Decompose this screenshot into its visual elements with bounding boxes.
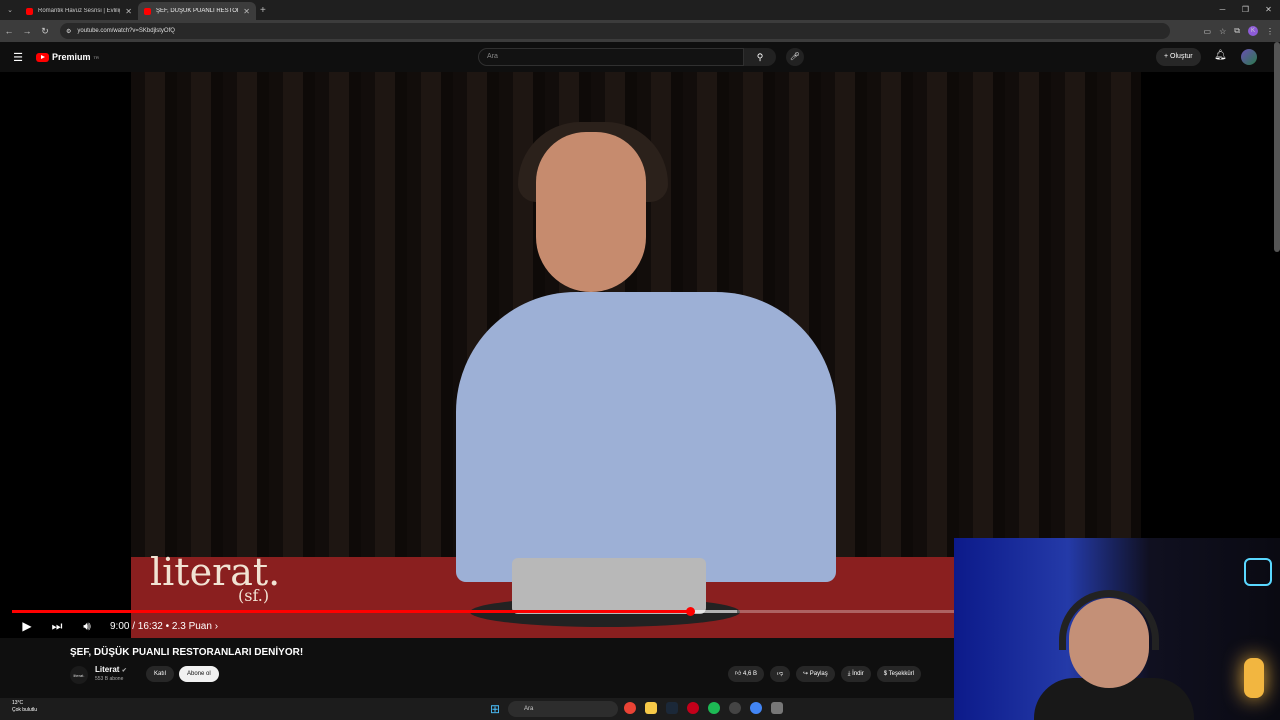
thumbs-down-icon: 👎︎	[776, 671, 784, 677]
close-tab-icon[interactable]: ✕	[125, 7, 132, 16]
chrome-icon[interactable]	[624, 702, 636, 714]
join-button[interactable]: Katıl	[146, 666, 175, 682]
taskbar-search[interactable]: Ara	[508, 701, 618, 717]
thumbs-up-icon: 👍︎	[735, 671, 743, 677]
bookmark-star-icon[interactable]: ☆	[1219, 27, 1226, 36]
search-icon[interactable]: ⚲	[744, 48, 776, 66]
channel-name-text: Literat	[95, 665, 120, 674]
settings-icon[interactable]	[771, 702, 783, 714]
subscriber-count: 553 B abone	[95, 676, 124, 682]
headset-icon	[1059, 590, 1159, 650]
mic-icon[interactable]: 🎤︎	[786, 48, 804, 66]
video-watermark-sub: (sf.)	[238, 586, 270, 605]
close-tab-icon[interactable]: ✕	[243, 7, 250, 16]
browser-menu-icon[interactable]: ⋮	[1266, 27, 1274, 36]
dislike-button[interactable]: 👎︎	[769, 666, 791, 682]
page-scrollbar[interactable]	[1274, 42, 1280, 252]
browser-tab-2[interactable]: ŞEF, DÜŞÜK PUANLI RESTORAN... ✕	[138, 2, 256, 20]
time-text: 9:00 / 16:32	[110, 620, 163, 632]
thanks-button[interactable]: $ Teşekkürl	[876, 666, 922, 682]
tab-title: ŞEF, DÜŞÜK PUANLI RESTORAN...	[156, 8, 238, 14]
logo-text: Premium	[52, 52, 91, 62]
extensions-icon[interactable]: ⧉	[1234, 26, 1240, 36]
menu-icon[interactable]: ☰	[0, 51, 36, 64]
spotify-icon[interactable]	[708, 702, 720, 714]
browser-tab-1[interactable]: Romantik Havuz Sesnsi | Evliliğ... ✕	[20, 2, 138, 20]
webcam-overlay	[954, 538, 1280, 720]
video-title: ŞEF, DÜŞÜK PUANLI RESTORANLARI DENİYOR!	[70, 647, 304, 658]
site-info-icon[interactable]: ⚙	[66, 28, 71, 35]
avatar[interactable]	[1241, 49, 1257, 65]
cast-icon[interactable]: ▭	[1204, 27, 1212, 36]
logo-region: TR	[93, 54, 99, 60]
new-tab-button[interactable]: +	[260, 5, 266, 16]
tab-title: Romantik Havuz Sesnsi | Evliliğ...	[38, 8, 121, 14]
play-icon[interactable]: ▶	[20, 619, 34, 633]
browser-tabstrip: ⌄ Romantik Havuz Sesnsi | Evliliğ... ✕ Ş…	[0, 0, 1280, 20]
video-foil-tray	[512, 558, 706, 614]
download-button[interactable]: ⤓ İndir	[840, 666, 871, 682]
obs-icon[interactable]	[729, 702, 741, 714]
youtube-masthead: ☰ Premium TR Ara ⚲ 🎤︎ + Oluştur 🔔︎	[0, 42, 1280, 72]
neon-sign	[1244, 558, 1272, 586]
time-display: 9:00 / 16:32 • 2.3 Puan ›	[110, 621, 218, 632]
file-explorer-icon[interactable]	[645, 702, 657, 714]
share-label: Paylaş	[809, 671, 828, 677]
create-button[interactable]: + Oluştur	[1156, 48, 1201, 66]
volume-icon[interactable]: 🔊︎	[80, 619, 94, 634]
taskbar-apps	[624, 702, 783, 714]
minimize-icon[interactable]: ─	[1211, 0, 1234, 20]
windows-taskbar: 13°C Çok bulutlu ⊞ Ara	[0, 698, 954, 720]
search-input[interactable]: Ara	[478, 48, 744, 66]
tab-search-icon[interactable]: ⌄	[0, 0, 20, 20]
url-text: youtube.com/watch?v=SKbdjlstyOfQ	[77, 28, 175, 34]
share-icon: ↪	[803, 671, 810, 677]
youtube-favicon-icon	[144, 7, 151, 15]
youtube-logo[interactable]: Premium TR	[36, 52, 99, 62]
thanks-label: Teşekkürl	[888, 671, 915, 677]
chapter-label[interactable]: • 2.3 Puan ›	[166, 621, 218, 632]
reload-icon[interactable]: ↻	[36, 26, 54, 37]
back-icon[interactable]: ←	[0, 26, 18, 36]
temperature: 13°C	[12, 700, 24, 706]
next-icon[interactable]: ⏭︎	[50, 619, 64, 634]
browser-toolbar-icons: ▭ ☆ ⧉ K ⋮	[1204, 26, 1274, 36]
weather-text: Çok bulutlu	[12, 707, 38, 713]
lamp	[1244, 658, 1264, 698]
share-button[interactable]: ↪ Paylaş	[796, 666, 835, 682]
create-label: Oluştur	[1170, 53, 1193, 60]
weather-widget[interactable]: 13°C Çok bulutlu	[12, 700, 37, 714]
bell-icon[interactable]: 🔔︎	[1214, 50, 1227, 61]
youtube-favicon-icon	[26, 7, 33, 15]
like-button[interactable]: 👍︎ 4,6 B	[728, 666, 764, 682]
subscribe-button[interactable]: Abone ol	[179, 666, 219, 682]
forward-icon[interactable]: →	[18, 26, 36, 36]
channel-avatar[interactable]: literat.	[70, 666, 88, 684]
window-controls: ─ ❐ ✕	[1211, 0, 1280, 20]
close-window-icon[interactable]: ✕	[1257, 0, 1280, 20]
verified-icon: ✔	[121, 668, 127, 674]
restore-icon[interactable]: ❐	[1234, 0, 1257, 20]
windows-start-icon[interactable]: ⊞	[490, 702, 500, 716]
youtube-logo-icon	[36, 52, 49, 62]
url-field[interactable]: ⚙ youtube.com/watch?v=SKbdjlstyOfQ	[60, 23, 1170, 39]
steam-icon[interactable]	[666, 702, 678, 714]
like-count: 4,6 B	[742, 671, 757, 677]
profile-icon[interactable]: K	[1248, 26, 1258, 36]
player-controls: ▶ ⏭︎ 🔊︎ 9:00 / 16:32 • 2.3 Puan ›	[20, 617, 218, 635]
download-label: İndir	[852, 671, 864, 677]
opera-icon[interactable]	[687, 702, 699, 714]
progress-bar[interactable]	[12, 607, 954, 616]
channel-name[interactable]: Literat ✔	[95, 665, 127, 674]
address-bar-row: ← → ↻ ⚙ youtube.com/watch?v=SKbdjlstyOfQ…	[0, 20, 1280, 42]
video-person	[456, 122, 836, 582]
progress-played	[12, 610, 691, 613]
video-actions: 👍︎ 4,6 B 👎︎ ↪ Paylaş ⤓ İndir $ Teşekkürl	[728, 666, 922, 682]
browser-app-icon[interactable]	[750, 702, 762, 714]
